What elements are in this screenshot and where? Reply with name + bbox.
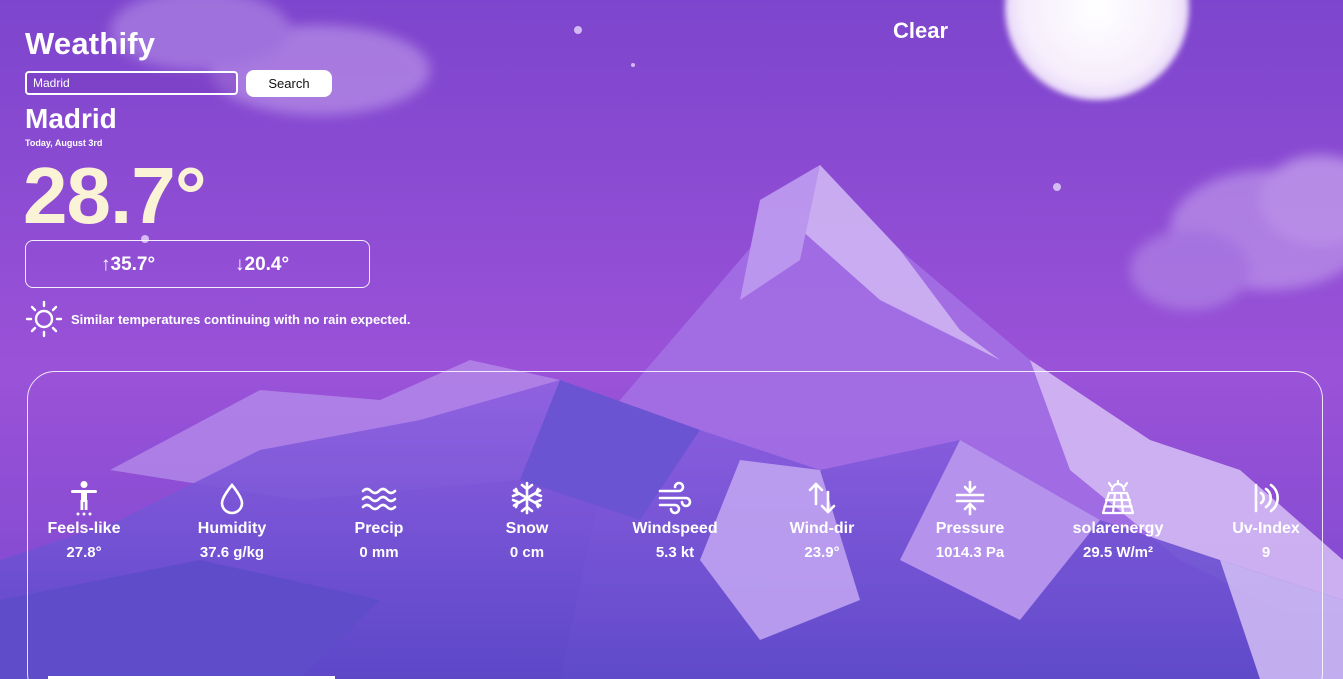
description-text: Similar temperatures continuing with no …	[71, 311, 411, 327]
stat-value: 0 mm	[359, 544, 399, 561]
current-temperature: 28.7°	[23, 151, 207, 240]
weather-stats-panel: Feels-like 27.8° Humidity 37.6 g/kg Prec…	[27, 371, 1323, 679]
stat-value: 1014.3 Pa	[935, 544, 1005, 561]
sun-icon	[25, 300, 63, 338]
stat-feels-like: Feels-like 27.8°	[14, 480, 154, 561]
solar-panel-icon	[1101, 480, 1135, 515]
stat-label: solarenergy	[1072, 520, 1164, 537]
current-date: Today, August 3rd	[25, 138, 103, 148]
water-drop-icon	[220, 482, 244, 515]
stat-label: Humidity	[197, 520, 267, 537]
app-title: Weathify	[25, 26, 156, 61]
city-search-input[interactable]	[25, 71, 238, 95]
compress-icon	[955, 480, 985, 516]
arrows-updown-icon	[808, 482, 836, 514]
min-temperature: ↓20.4°	[235, 254, 290, 275]
wind-icon	[658, 481, 692, 515]
stat-value: 5.3 kt	[655, 544, 695, 561]
stat-wind-dir: Wind-dir 23.9°	[752, 480, 892, 561]
stat-label: Snow	[505, 520, 549, 537]
stat-value: 23.9°	[804, 544, 840, 561]
stat-value: 27.8°	[66, 544, 102, 561]
max-temperature: ↑35.7°	[101, 254, 156, 275]
stat-label: Pressure	[935, 520, 1005, 537]
search-button[interactable]: Search	[246, 70, 332, 97]
stat-label: Feels-like	[47, 520, 121, 537]
stat-precip: Precip 0 mm	[309, 480, 449, 561]
stat-pressure: Pressure 1014.3 Pa	[900, 480, 1040, 561]
stat-value: 9	[1261, 544, 1271, 561]
stat-snow: Snow 0 cm	[457, 480, 597, 561]
stat-value: 37.6 g/kg	[199, 544, 265, 561]
stat-value: 0 cm	[509, 544, 545, 561]
stat-windspeed: Windspeed 5.3 kt	[605, 480, 745, 561]
city-name: Madrid	[25, 103, 117, 134]
forecast-description: Similar temperatures continuing with no …	[25, 300, 411, 338]
snowflake-icon	[511, 481, 543, 515]
weather-condition: Clear	[893, 18, 949, 43]
stat-label: Precip	[354, 520, 404, 537]
waves-icon	[361, 487, 397, 511]
stat-label: Windspeed	[632, 520, 718, 537]
stat-uv-index: Uv-Index 9	[1196, 480, 1336, 561]
min-max-box: ↑35.7° ↓20.4°	[25, 240, 370, 288]
stat-solarenergy: solarenergy 29.5 W/m²	[1048, 480, 1188, 561]
stat-label: Uv-Index	[1232, 520, 1300, 537]
stat-label: Wind-dir	[789, 520, 855, 537]
person-icon	[71, 481, 97, 516]
stat-value: 29.5 W/m²	[1082, 544, 1154, 561]
uv-signal-icon	[1254, 483, 1279, 513]
stat-humidity: Humidity 37.6 g/kg	[162, 480, 302, 561]
